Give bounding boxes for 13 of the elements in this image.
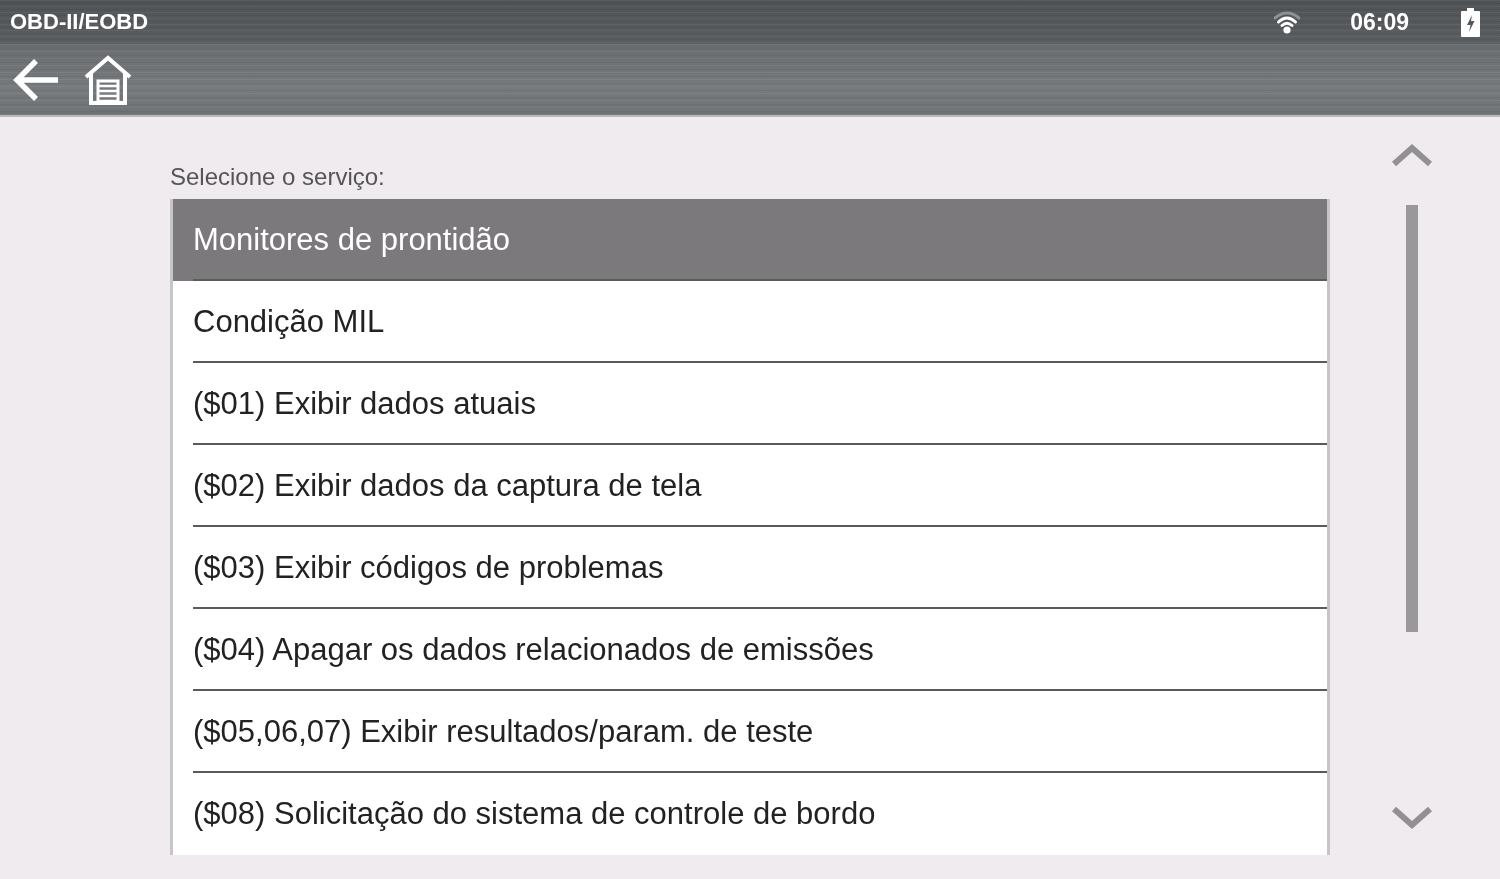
chevron-up-icon bbox=[1391, 143, 1433, 167]
service-list-item[interactable]: Monitores de prontidão bbox=[173, 199, 1327, 281]
scrollbar-thumb[interactable] bbox=[1406, 205, 1418, 632]
battery-charging-icon bbox=[1461, 7, 1480, 37]
chevron-down-icon bbox=[1391, 806, 1433, 830]
garage-icon bbox=[84, 54, 132, 105]
prompt-label: Selecione o serviço: bbox=[170, 163, 385, 191]
clock-time: 06:09 bbox=[1350, 8, 1409, 36]
app-title: OBD-II/EOBD bbox=[10, 9, 149, 35]
home-button[interactable] bbox=[84, 54, 132, 105]
arrow-left-icon bbox=[12, 56, 60, 103]
back-button[interactable] bbox=[12, 56, 60, 103]
wifi-icon bbox=[1274, 10, 1301, 34]
